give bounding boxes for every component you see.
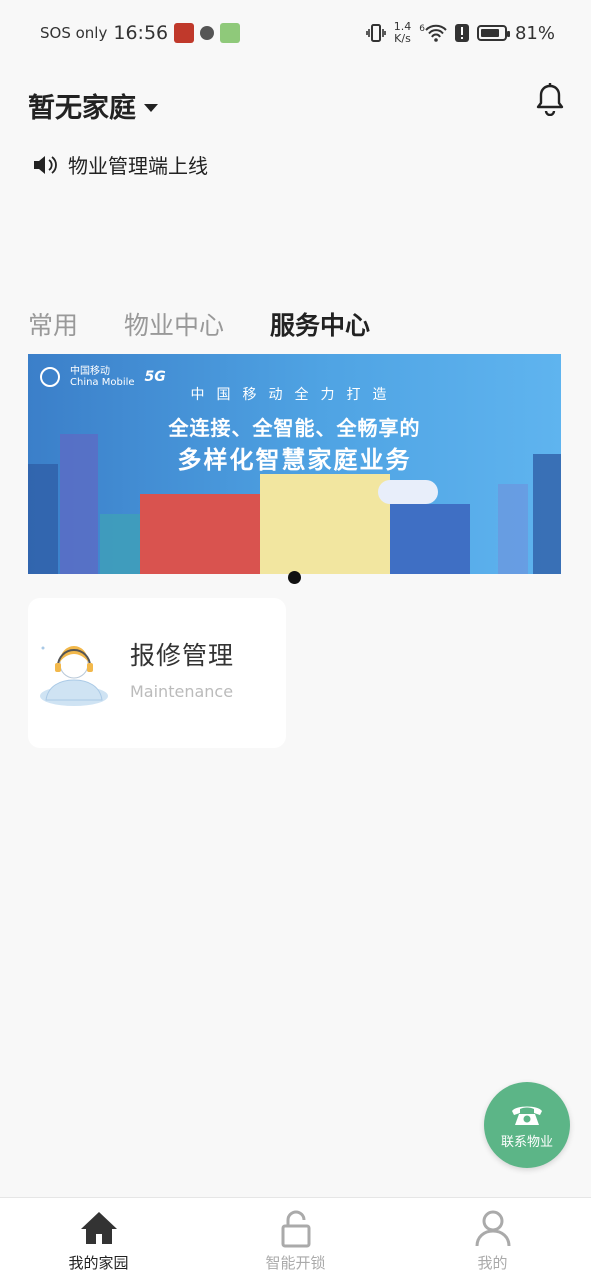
wifi-icon [425, 24, 447, 42]
page-title: 暂无家庭 [28, 93, 136, 124]
status-bar: SOS only 16:56 1.4 K/s 6 81% [0, 0, 591, 66]
app-notification-icon-2 [220, 23, 241, 43]
tab-property-center[interactable]: 物业中心 [124, 306, 224, 342]
nav-label-mine: 我的 [477, 1254, 508, 1272]
family-selector[interactable]: 暂无家庭 [28, 86, 158, 125]
lock-icon [281, 1210, 310, 1248]
network-speed: 1.4 K/s [394, 21, 412, 45]
status-right: 1.4 K/s 6 81% [365, 21, 555, 45]
battery-icon [476, 25, 510, 41]
announcement-bar[interactable]: 物业管理端上线 [32, 150, 208, 179]
banner-room-blue [390, 504, 470, 574]
speed-unit: K/s [394, 32, 411, 45]
nav-label-smart-unlock: 智能开锁 [265, 1254, 326, 1272]
logo-cn: 中国移动 [70, 366, 110, 377]
status-left: SOS only 16:56 [40, 22, 241, 44]
wifi-indicator: 6 [419, 24, 447, 42]
nav-item-home[interactable]: 我的家园 [0, 1198, 197, 1280]
logo-5g: 5G [144, 369, 166, 385]
banner-building [100, 514, 140, 574]
nav-item-mine[interactable]: 我的 [394, 1198, 591, 1280]
customer-service-icon [40, 646, 108, 706]
carrier-label: SOS only [40, 24, 108, 42]
category-tabs: 常用 物业中心 服务中心 [28, 306, 370, 342]
banner-line3: 多样化智慧家庭业务 [177, 446, 412, 474]
banner-room-red [140, 494, 260, 574]
tab-common[interactable]: 常用 [28, 306, 78, 342]
speaker-icon [34, 155, 57, 174]
banner-cloud [378, 480, 438, 504]
card-subtitle: Maintenance [130, 682, 234, 701]
nav-label-home: 我的家园 [68, 1254, 129, 1272]
promo-banner[interactable]: 中国移动 China Mobile 5G 中国移动全力打造 全连接、全智能、全畅… [28, 354, 561, 574]
caret-down-icon [144, 103, 158, 112]
banner-building [28, 464, 58, 574]
clock: 16:56 [113, 22, 169, 44]
battery-fill [480, 29, 499, 37]
banner-room-yellow [260, 474, 390, 574]
carousel-dot[interactable] [288, 571, 301, 584]
nav-item-smart-unlock[interactable]: 智能开锁 [197, 1198, 394, 1280]
battery-percent: 81% [514, 22, 555, 44]
announcement-text: 物业管理端上线 [68, 154, 208, 178]
alert-icon [454, 24, 469, 42]
user-icon [475, 1210, 510, 1247]
bottom-nav: 我的家园 智能开锁 我的 [0, 1197, 591, 1280]
tab-service-center[interactable]: 服务中心 [270, 306, 370, 342]
banner-line1: 中国移动全力打造 [190, 387, 399, 403]
banner-line2: 全连接、全智能、全畅享的 [168, 416, 421, 440]
telephone-icon [512, 1106, 542, 1125]
contact-property-label: 联系物业 [500, 1134, 553, 1150]
home-icon [80, 1212, 117, 1244]
shield-notification-icon [200, 26, 215, 40]
banner-building [498, 484, 528, 574]
vibrate-icon [365, 24, 386, 42]
maintenance-card[interactable]: 报修管理 Maintenance [28, 598, 286, 748]
contact-property-button[interactable]: 联系物业 [484, 1082, 570, 1168]
bell-icon[interactable] [535, 82, 565, 116]
app-notification-icon [174, 23, 195, 43]
card-title: 报修管理 [130, 641, 235, 670]
